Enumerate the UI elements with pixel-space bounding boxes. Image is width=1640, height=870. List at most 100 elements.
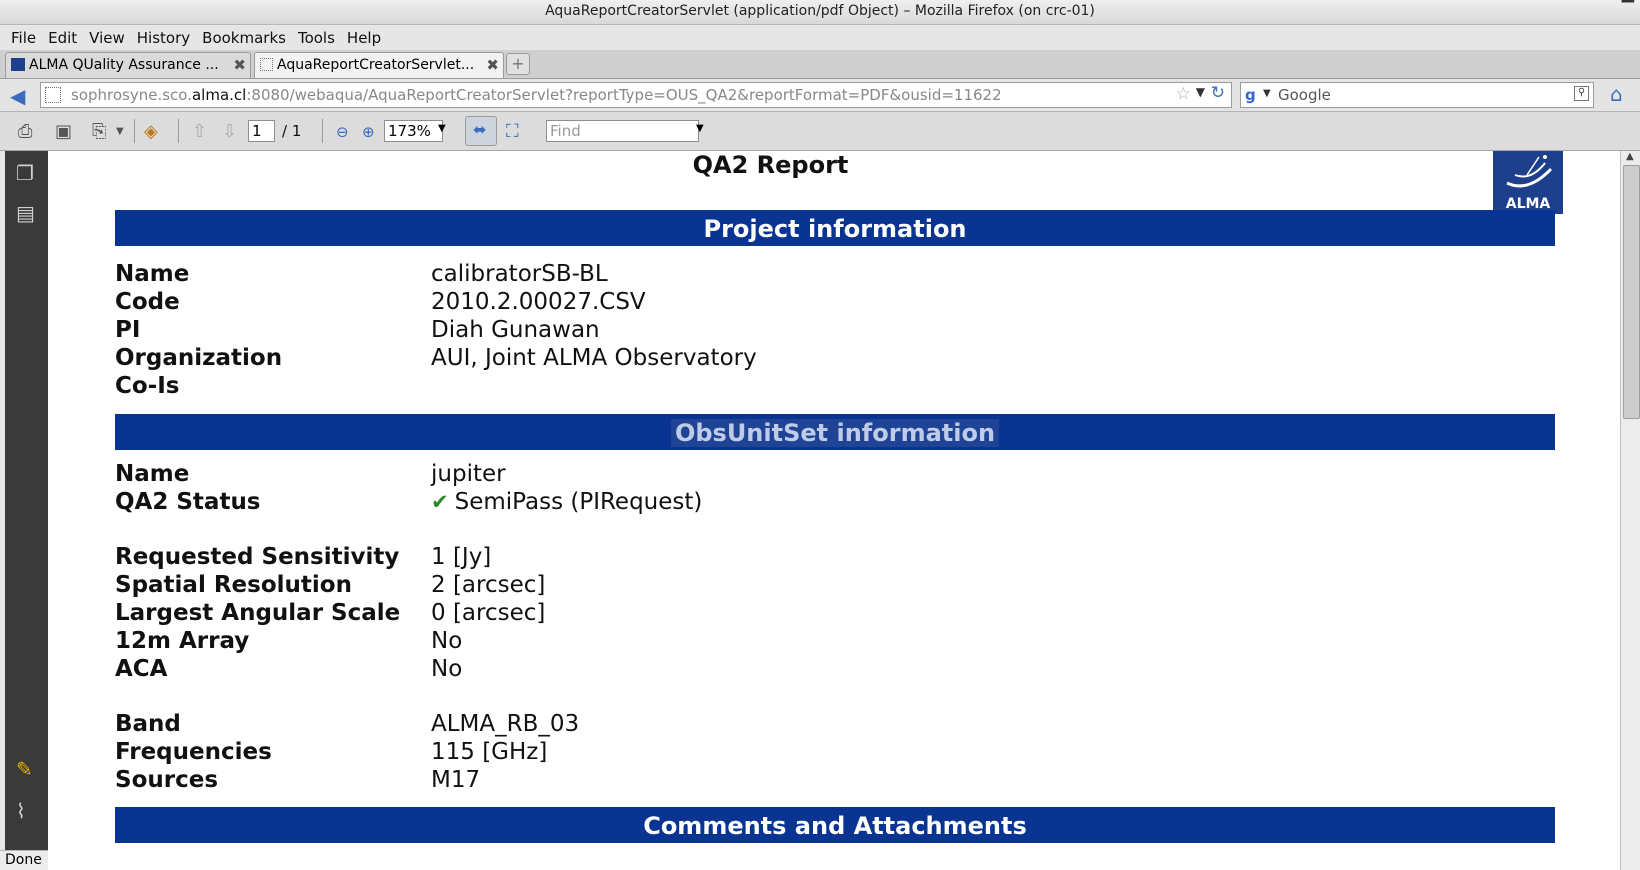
pages-panel-icon[interactable]: ❐ — [16, 161, 34, 185]
attachments-panel-icon[interactable]: ⌇ — [16, 799, 26, 823]
field-label: Code — [115, 289, 180, 315]
field-label: Frequencies — [115, 739, 272, 765]
fit-page-icon[interactable]: ⛶ — [506, 121, 519, 142]
section-project-information: Project information — [115, 210, 1555, 246]
tab-alma-qa[interactable]: ALMA QUality Assurance ... ✖ — [5, 52, 251, 78]
bookmarks-panel-icon[interactable]: ▤ — [16, 201, 35, 225]
semipass-check-icon: ✔ — [431, 490, 449, 514]
google-engine-icon[interactable]: g — [1245, 86, 1256, 104]
pdf-toolbar: ⎙ ▣ ⎘ ▼ ◈ ⇧ ⇩ 1 / 1 ⊖ ⊕ 173% ▼ ⬌ ⛶ Find … — [0, 112, 1640, 151]
find-dropdown-icon[interactable]: ▼ — [696, 123, 704, 134]
field-label: Requested Sensitivity — [115, 544, 400, 570]
section-comments-attachments: Comments and Attachments — [115, 807, 1555, 843]
search-input[interactable]: Google — [1278, 86, 1331, 104]
field-value: calibratorSB-BL — [431, 261, 608, 287]
menu-help[interactable]: Help — [341, 25, 387, 47]
zoom-in-icon[interactable]: ⊕ — [362, 123, 375, 141]
close-tab-icon[interactable]: ✖ — [486, 53, 499, 77]
next-page-icon[interactable]: ⇩ — [222, 121, 237, 142]
navigation-bar: ◀ sophrosyne.sco.alma.cl:8080/webaqua/Aq… — [0, 79, 1640, 112]
zoom-out-icon[interactable]: ⊖ — [336, 123, 349, 141]
page-total: / 1 — [282, 122, 302, 140]
status-bar: Done — [0, 850, 48, 870]
report-title: QA2 Report — [692, 151, 849, 179]
window-titlebar: AquaReportCreatorServlet (application/pd… — [0, 0, 1640, 25]
annotations-icon[interactable]: ◈ — [144, 121, 158, 142]
field-value: 2010.2.00027.CSV — [431, 289, 646, 315]
menubar: File Edit View History Bookmarks Tools Help — [0, 25, 1640, 50]
field-label: Name — [115, 461, 190, 487]
vertical-scrollbar[interactable]: ▲ — [1620, 151, 1640, 870]
field-value: No — [431, 628, 463, 654]
field-label: Sources — [115, 767, 219, 793]
search-magnifier-icon[interactable]: ⚲ — [1574, 86, 1589, 101]
url-history-dropdown-icon[interactable]: ▼ — [1196, 85, 1205, 99]
reload-icon[interactable]: ↻ — [1211, 83, 1225, 103]
field-label: 12m Array — [115, 628, 250, 654]
menu-view[interactable]: View — [83, 25, 131, 47]
field-value: jupiter — [431, 461, 506, 487]
section-obsunitset-information: ObsUnitSet information — [115, 414, 1555, 450]
menu-file[interactable]: File — [5, 25, 42, 47]
field-value: AUI, Joint ALMA Observatory — [431, 345, 757, 371]
search-bar[interactable]: g ▼ Google ⚲ — [1240, 82, 1594, 108]
print-preview-icon[interactable]: ⎘ — [92, 121, 106, 142]
bookmark-star-icon[interactable]: ☆ — [1176, 84, 1191, 104]
page-number-input[interactable]: 1 — [248, 120, 275, 142]
alma-favicon-icon — [11, 58, 25, 71]
field-value: No — [431, 656, 463, 682]
tab-label: AquaReportCreatorServlet... — [277, 57, 475, 73]
tab-report-servlet[interactable]: AquaReportCreatorServlet... ✖ — [254, 52, 504, 78]
field-label: Organization — [115, 345, 283, 371]
fit-width-button[interactable]: ⬌ — [465, 116, 497, 146]
section-heading-text: ObsUnitSet information — [670, 419, 1000, 447]
field-label: Name — [115, 261, 190, 287]
save-icon[interactable]: ▣ — [55, 121, 72, 142]
pdf-document: QA2 Report ALMA Project information Name… — [48, 151, 1620, 870]
pdf-sidebar: ❐ ▤ ✎ ⌇ — [5, 151, 48, 850]
field-value: 2 [arcsec] — [431, 572, 546, 598]
alma-logo: ALMA — [1493, 151, 1563, 214]
toolbar-separator — [134, 119, 135, 143]
toolbar-separator — [322, 119, 323, 143]
site-identity-icon[interactable] — [45, 87, 61, 103]
new-tab-button[interactable]: + — [506, 53, 530, 75]
zoom-dropdown-icon[interactable]: ▼ — [438, 123, 446, 134]
field-label: QA2 Status — [115, 489, 261, 515]
blank-page-favicon-icon — [260, 58, 273, 71]
menu-bookmarks[interactable]: Bookmarks — [196, 25, 292, 47]
menu-tools[interactable]: Tools — [292, 25, 341, 47]
field-value: ALMA_RB_03 — [431, 711, 580, 737]
window-maximize-button[interactable]: ▔ — [1622, 0, 1634, 19]
field-label: Largest Angular Scale — [115, 600, 401, 626]
field-label: PI — [115, 317, 141, 343]
print-icon[interactable]: ⎙ — [18, 121, 32, 142]
qa2-status-value: SemiPass (PIRequest) — [454, 489, 703, 515]
field-value: M17 — [431, 767, 481, 793]
field-label: Co-Is — [115, 373, 180, 399]
menu-history[interactable]: History — [131, 25, 196, 47]
menu-edit[interactable]: Edit — [42, 25, 83, 47]
field-value: 0 [arcsec] — [431, 600, 546, 626]
comments-panel-icon[interactable]: ✎ — [16, 757, 33, 781]
toolbar-separator — [178, 119, 179, 143]
window-title: AquaReportCreatorServlet (application/pd… — [545, 3, 1095, 19]
zoom-select[interactable]: 173% — [384, 120, 443, 142]
field-label: Spatial Resolution — [115, 572, 352, 598]
print-options-dropdown-icon[interactable]: ▼ — [116, 126, 124, 137]
field-value: Diah Gunawan — [431, 317, 600, 343]
url-bar[interactable]: sophrosyne.sco.alma.cl:8080/webaqua/Aqua… — [40, 82, 1232, 108]
field-value: ✔ SemiPass (PIRequest) — [431, 488, 702, 517]
field-label: Band — [115, 711, 181, 737]
field-label: ACA — [115, 656, 168, 682]
close-tab-icon[interactable]: ✖ — [233, 53, 246, 77]
url-text[interactable]: sophrosyne.sco.alma.cl:8080/webaqua/Aqua… — [71, 86, 1002, 104]
scroll-up-arrow-icon[interactable]: ▲ — [1626, 151, 1634, 162]
scrollbar-thumb[interactable] — [1623, 165, 1640, 419]
back-arrow-icon[interactable]: ◀ — [10, 84, 25, 108]
previous-page-icon[interactable]: ⇧ — [192, 121, 207, 142]
find-input[interactable]: Find — [546, 120, 699, 142]
alma-dish-icon — [1506, 155, 1553, 188]
home-icon[interactable]: ⌂ — [1610, 82, 1623, 106]
engine-dropdown-icon[interactable]: ▼ — [1263, 88, 1271, 99]
